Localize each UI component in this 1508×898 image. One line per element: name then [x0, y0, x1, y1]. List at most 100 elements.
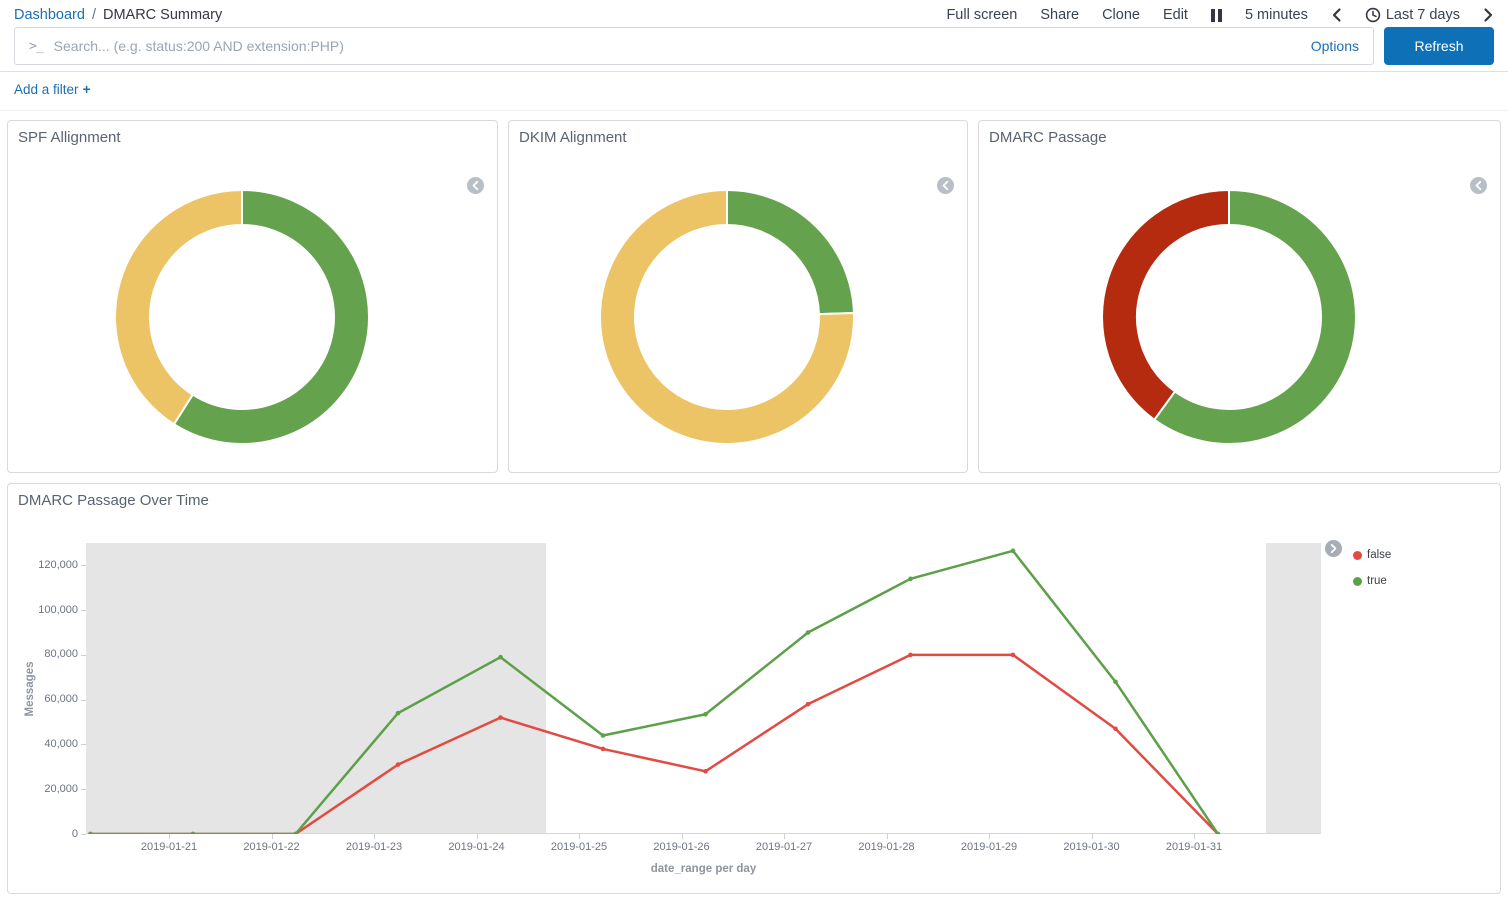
x-axis-tick [374, 834, 375, 839]
refresh-interval-picker[interactable]: 5 minutes [1245, 7, 1308, 23]
x-axis-label: 2019-01-28 [842, 841, 932, 853]
legend-item-true[interactable]: true [1353, 574, 1391, 588]
donut-slice-yellow[interactable] [114, 190, 241, 424]
x-axis-label: 2019-01-26 [637, 841, 727, 853]
timeline-line-chart: 020,00040,00060,00080,000100,000120,0002… [8, 484, 1500, 893]
donut-chart-dmarc [1097, 185, 1361, 449]
x-axis-tick [989, 834, 990, 839]
x-axis-title: date_range per day [86, 863, 1321, 875]
x-axis-tick [272, 834, 273, 839]
search-input[interactable] [54, 38, 1299, 54]
data-point-true[interactable] [396, 711, 401, 716]
nav-share[interactable]: Share [1040, 7, 1079, 23]
donut-chart-spf [110, 185, 374, 449]
x-axis-tick [169, 834, 170, 839]
x-axis-tick [1092, 834, 1093, 839]
breadcrumb: Dashboard / DMARC Summary [14, 7, 222, 23]
y-axis-tick [81, 834, 86, 835]
options-link[interactable]: Options [1311, 38, 1359, 54]
y-axis-label: 40,000 [16, 738, 78, 750]
nav-edit[interactable]: Edit [1163, 7, 1188, 23]
x-axis-label: 2019-01-27 [739, 841, 829, 853]
panel-title: DMARC Passage [979, 121, 1500, 154]
chart-legend: false true [1325, 540, 1391, 600]
x-axis-tick [579, 834, 580, 839]
legend-dot-true [1353, 577, 1362, 586]
y-axis-tick [81, 655, 86, 656]
y-axis-tick [81, 610, 86, 611]
data-point-true[interactable] [498, 655, 503, 660]
data-point-false[interactable] [1011, 653, 1016, 658]
nav-full-screen[interactable]: Full screen [946, 7, 1017, 23]
legend-collapse-icon[interactable] [467, 177, 484, 194]
y-axis-tick [81, 565, 86, 566]
add-filter-label: Add a filter [14, 82, 79, 97]
donut-slice-red[interactable] [1102, 190, 1229, 420]
x-axis-tick [784, 834, 785, 839]
pie-panel-row: SPF Allignment DKIM Alignment DMARC Pass… [7, 120, 1501, 473]
legend-dot-false [1353, 551, 1362, 560]
panel-dmarc-over-time: DMARC Passage Over Time 020,00040,00060,… [7, 483, 1501, 894]
chevron-left-icon[interactable] [1331, 7, 1342, 23]
x-axis-label: 2019-01-24 [432, 841, 522, 853]
x-axis-label: 2019-01-31 [1149, 841, 1239, 853]
data-point-true[interactable] [1113, 679, 1118, 684]
time-picker[interactable]: Last 7 days [1365, 7, 1460, 23]
y-axis-tick [81, 744, 86, 745]
x-axis-tick [1194, 834, 1195, 839]
x-axis-label: 2019-01-29 [944, 841, 1034, 853]
y-axis-title: Messages [24, 661, 36, 716]
data-point-false[interactable] [498, 715, 503, 720]
panel-spf-alignment: SPF Allignment [7, 120, 498, 473]
plus-icon: + [83, 81, 91, 97]
legend-item-false[interactable]: false [1353, 548, 1391, 562]
x-axis-tick [477, 834, 478, 839]
data-point-true[interactable] [1011, 549, 1016, 554]
legend-collapse-icon[interactable] [937, 177, 954, 194]
time-range-label: Last 7 days [1386, 7, 1460, 23]
donut-slice-green[interactable] [727, 190, 854, 314]
data-point-false[interactable] [908, 653, 913, 658]
data-point-true[interactable] [601, 733, 606, 738]
y-axis-label: 120,000 [16, 559, 78, 571]
legend-label: false [1367, 549, 1391, 561]
query-prompt-icon: >_ [29, 39, 43, 54]
add-filter-link[interactable]: Add a filter + [14, 82, 91, 97]
y-axis-label: 20,000 [16, 783, 78, 795]
data-point-false[interactable] [601, 747, 606, 752]
y-axis-tick [81, 700, 86, 701]
legend-collapse-icon[interactable] [1470, 177, 1487, 194]
data-point-true[interactable] [806, 630, 811, 635]
nav-clone[interactable]: Clone [1102, 7, 1140, 23]
breadcrumb-current: DMARC Summary [103, 7, 222, 23]
x-axis-label: 2019-01-22 [227, 841, 317, 853]
filter-bar: Add a filter + [0, 72, 1508, 111]
data-point-true[interactable] [908, 577, 913, 582]
y-axis-label: 100,000 [16, 604, 78, 616]
x-axis-label: 2019-01-30 [1047, 841, 1137, 853]
clock-icon [1365, 7, 1381, 23]
dashboard-menu: Full screen Share Clone Edit 5 minutes L… [946, 7, 1494, 23]
data-point-false[interactable] [396, 762, 401, 767]
x-axis-tick [682, 834, 683, 839]
chevron-right-icon[interactable] [1483, 7, 1494, 23]
data-point-false[interactable] [806, 702, 811, 707]
breadcrumb-separator: / [92, 7, 96, 23]
panel-title: SPF Allignment [8, 121, 497, 154]
legend-label: true [1367, 575, 1387, 587]
data-point-true[interactable] [703, 712, 708, 717]
x-axis-label: 2019-01-21 [124, 841, 214, 853]
search-box: >_ Options [14, 27, 1374, 65]
pause-icon[interactable] [1211, 9, 1222, 22]
panel-dmarc-passage: DMARC Passage [978, 120, 1501, 473]
donut-chart-dkim [595, 185, 859, 449]
data-point-false[interactable] [1113, 726, 1118, 731]
panel-title: DKIM Alignment [509, 121, 967, 154]
breadcrumb-dashboard[interactable]: Dashboard [14, 7, 85, 23]
dashboard-grid: SPF Allignment DKIM Alignment DMARC Pass… [7, 120, 1501, 894]
out-of-range-band [86, 543, 546, 834]
refresh-button[interactable]: Refresh [1384, 27, 1494, 65]
plot-area [86, 543, 1321, 834]
y-axis-label: 0 [16, 828, 78, 840]
data-point-false[interactable] [703, 769, 708, 774]
